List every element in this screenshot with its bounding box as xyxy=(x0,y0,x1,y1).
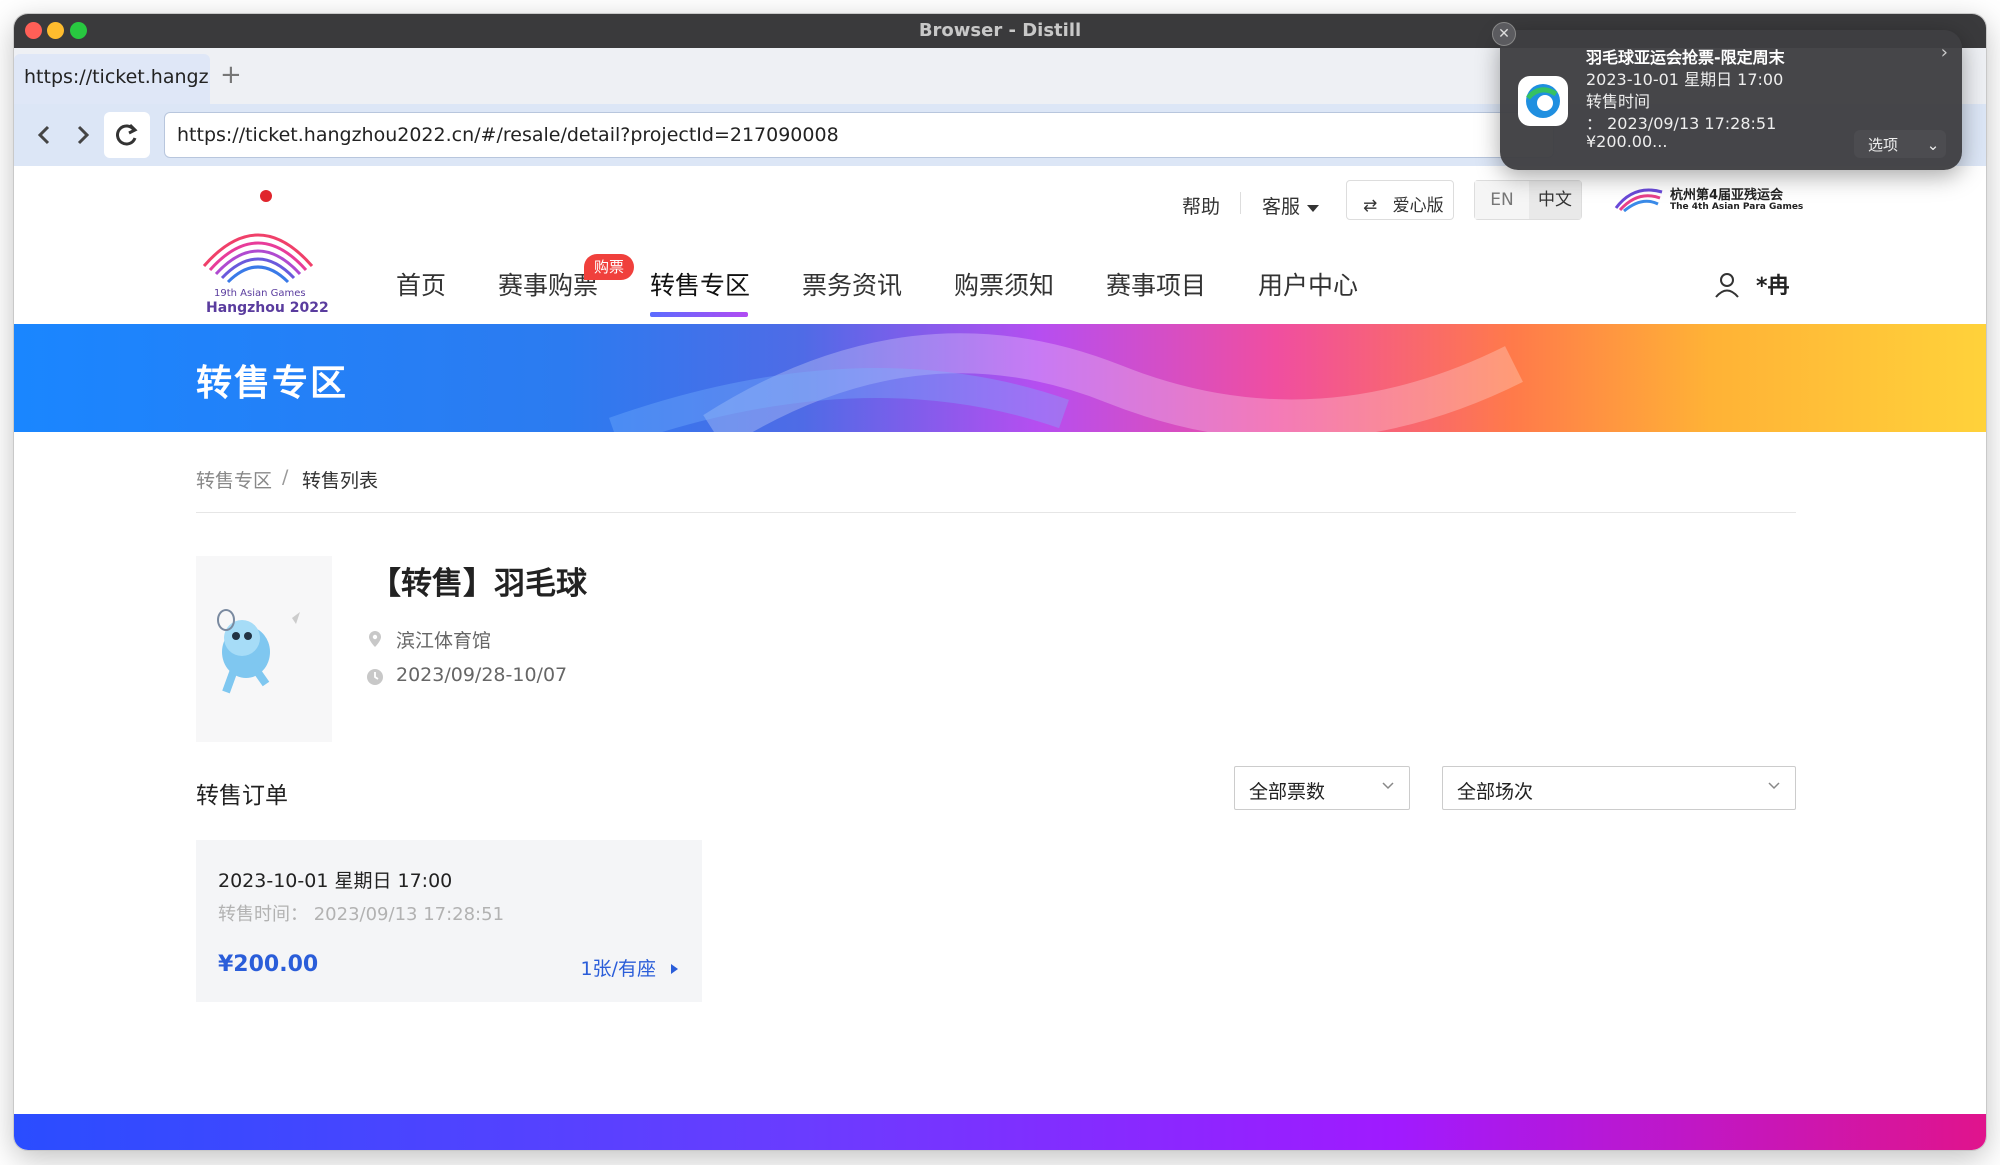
lang-en-button[interactable]: EN xyxy=(1475,181,1529,219)
web-page: 19th Asian Games Hangzhou 2022 帮助 客服 ⇄ 爱… xyxy=(14,166,1986,1150)
notification-options-button[interactable]: 选项 ⌄ xyxy=(1854,130,1946,158)
chevron-down-icon: ⌄ xyxy=(1926,136,1940,154)
back-button[interactable] xyxy=(28,118,62,152)
system-notification[interactable]: ✕ 羽毛球亚运会抢票-限定周末 2023-10-01 星期日 17:00 转售时… xyxy=(1492,22,1962,170)
event-dates: 2023/09/28-10/07 xyxy=(396,664,568,686)
para-games-subtitle: The 4th Asian Para Games xyxy=(1670,202,1804,212)
nav-resale[interactable]: 转售专区 xyxy=(650,266,750,302)
language-switch: EN 中文 xyxy=(1474,180,1582,220)
para-games-logo[interactable] xyxy=(1614,182,1664,212)
notification-line: 转售时间 xyxy=(1586,92,1651,111)
ticket-count-filter[interactable]: 全部票数 xyxy=(1234,766,1410,810)
chevron-right-icon[interactable]: › xyxy=(1941,42,1948,63)
divider xyxy=(1240,192,1241,214)
customer-service-link[interactable]: 客服 xyxy=(1262,192,1320,219)
ticket-count-filter-value: 全部票数 xyxy=(1249,781,1326,803)
mascot-badminton-image xyxy=(217,609,300,694)
session-filter-value: 全部场次 xyxy=(1457,781,1534,803)
nav-ticket-news[interactable]: 票务资讯 xyxy=(802,266,902,302)
reload-icon xyxy=(116,123,138,146)
nav-events[interactable]: 赛事项目 xyxy=(1106,266,1206,302)
care-mode-button[interactable]: ⇄ 爱心版 xyxy=(1346,180,1454,220)
orders-section-title: 转售订单 xyxy=(196,783,288,809)
chevron-right-icon xyxy=(77,125,90,145)
nav-purchase-notice[interactable]: 购票须知 xyxy=(954,266,1054,302)
forward-button[interactable] xyxy=(66,118,100,152)
active-nav-indicator xyxy=(650,312,748,317)
notification-close-button[interactable]: ✕ xyxy=(1492,22,1516,46)
caret-down-icon xyxy=(1307,205,1320,212)
para-games-title: 杭州第4届亚残运会 xyxy=(1670,188,1784,203)
page-banner: 转售专区 xyxy=(14,324,1986,432)
logo-title: Hangzhou 2022 xyxy=(206,300,329,316)
footer-bar xyxy=(14,1114,1986,1150)
browser-app-icon xyxy=(1518,76,1568,126)
notification-line: 2023-10-01 星期日 17:00 xyxy=(1586,70,1784,89)
session-filter[interactable]: 全部场次 xyxy=(1442,766,1796,810)
chevron-down-icon xyxy=(1768,782,1780,790)
section-divider xyxy=(196,512,1796,513)
swap-icon: ⇄ xyxy=(1363,196,1378,216)
event-title: 【转售】羽毛球 xyxy=(370,566,587,602)
buy-badge: 购票 xyxy=(584,254,635,280)
order-quantity-link[interactable]: 1张/有座 xyxy=(580,954,680,981)
customer-service-label: 客服 xyxy=(1262,196,1301,218)
resale-order-card[interactable]: 2023-10-01 星期日 17:00 转售时间： 2023/09/13 17… xyxy=(196,840,702,1002)
user-name[interactable]: *冉 xyxy=(1756,268,1790,300)
breadcrumb-current: 转售列表 xyxy=(302,470,379,492)
breadcrumb-root[interactable]: 转售专区 xyxy=(196,466,272,493)
order-quantity: 1张/有座 xyxy=(580,958,656,980)
nav-user-center[interactable]: 用户中心 xyxy=(1258,266,1358,302)
browser-tab[interactable]: https://ticket.hangz... xyxy=(14,54,210,104)
notification-options-label: 选项 xyxy=(1868,136,1899,154)
event-thumbnail xyxy=(196,556,332,742)
nav-buy-tickets[interactable]: 赛事购票 xyxy=(498,266,598,302)
notification-line: ¥200.00... xyxy=(1586,132,1668,151)
reload-button[interactable] xyxy=(104,112,150,158)
clock-icon xyxy=(367,669,383,685)
logo-subtitle: 19th Asian Games xyxy=(214,288,306,299)
nav-home[interactable]: 首页 xyxy=(396,266,446,302)
help-link[interactable]: 帮助 xyxy=(1182,192,1220,219)
lang-zh-button[interactable]: 中文 xyxy=(1529,181,1581,219)
edge-icon xyxy=(1526,84,1560,118)
notification-line: ： 2023/09/13 17:28:51 xyxy=(1586,114,1777,133)
new-tab-button[interactable]: + xyxy=(220,60,242,90)
event-venue: 滨江体育馆 xyxy=(396,630,492,652)
chevron-down-icon xyxy=(1382,782,1394,790)
banner-title: 转售专区 xyxy=(196,363,349,404)
chevron-left-icon xyxy=(37,125,50,145)
notification-title: 羽毛球亚运会抢票-限定周末 xyxy=(1586,48,1785,67)
order-datetime: 2023-10-01 星期日 17:00 xyxy=(218,870,453,892)
address-bar[interactable]: https://ticket.hangzhou2022.cn/#/resale/… xyxy=(164,112,1554,158)
browser-window: Browser - Distill https://ticket.hangz..… xyxy=(14,14,1986,1150)
caret-right-icon xyxy=(671,964,678,974)
order-resale-time: 转售时间： 2023/09/13 17:28:51 xyxy=(218,904,505,925)
order-price: ¥200.00 xyxy=(218,952,319,977)
user-icon[interactable] xyxy=(1714,272,1740,298)
location-pin-icon xyxy=(369,631,381,647)
breadcrumb-separator: / xyxy=(282,466,289,488)
care-mode-label: 爱心版 xyxy=(1392,196,1444,216)
